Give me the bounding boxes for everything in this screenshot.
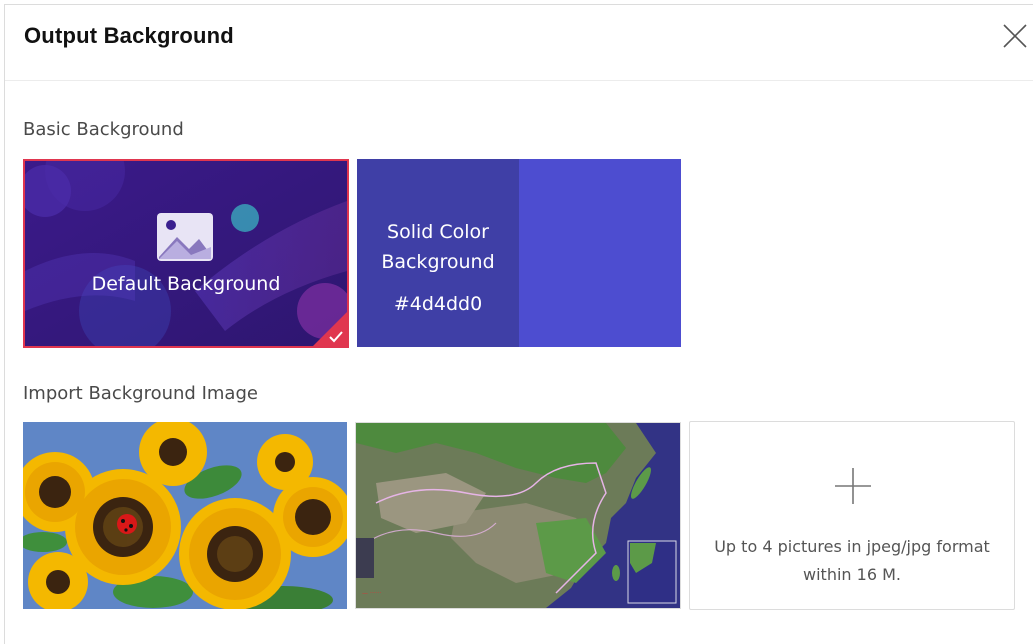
- dialog-title: Output Background: [24, 23, 234, 48]
- image-icon: [157, 213, 213, 261]
- dialog-header: Output Background: [5, 5, 1033, 81]
- svg-text:— ······: — ······: [362, 590, 381, 597]
- close-icon: [1003, 24, 1027, 48]
- solid-color-background-tile[interactable]: Solid Color Background #4d4dd0: [357, 159, 681, 347]
- close-button[interactable]: [1000, 21, 1030, 51]
- import-background-label: Import Background Image: [23, 383, 258, 404]
- sunflowers-image: [23, 422, 347, 609]
- solid-color-label: Solid Color Background: [381, 221, 495, 273]
- upload-hint: Up to 4 pictures in jpeg/jpg format with…: [714, 537, 990, 584]
- output-background-dialog: Output Background Basic Background Defau…: [4, 4, 1033, 644]
- satellite-map-image: — ······: [356, 423, 680, 608]
- upload-background-tile[interactable]: Up to 4 pictures in jpeg/jpg format with…: [689, 421, 1015, 610]
- sunflowers-image-tile[interactable]: [23, 422, 347, 609]
- plus-icon: [835, 468, 871, 504]
- solid-color-hex: #4d4dd0: [393, 293, 483, 315]
- default-background-tile[interactable]: Default Background: [23, 159, 349, 348]
- basic-background-label: Basic Background: [23, 119, 184, 140]
- satellite-map-image-tile[interactable]: — ······: [355, 422, 681, 609]
- default-background-label: Default Background: [91, 273, 281, 295]
- checkmark-icon: [313, 312, 347, 346]
